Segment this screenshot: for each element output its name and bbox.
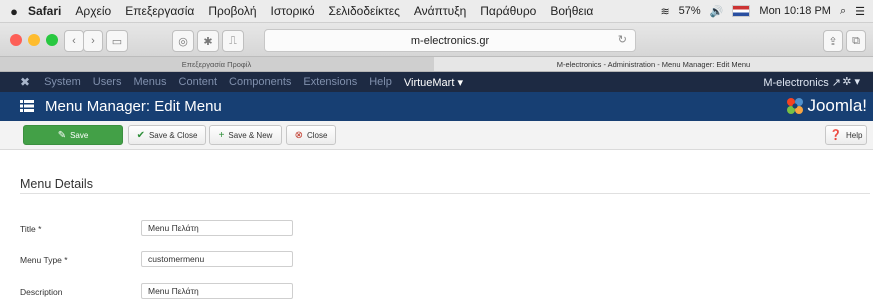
- help-label: Help: [846, 130, 863, 140]
- menu-safari[interactable]: Safari: [28, 4, 61, 18]
- back-button[interactable]: ‹: [64, 30, 84, 52]
- nav-extensions[interactable]: Extensions: [303, 76, 357, 88]
- menu-type-label: Menu Type *: [20, 255, 68, 265]
- toolbar-actions: ✎ Save ✔ Save & Close + Save & New ⊗ Clo…: [0, 121, 873, 150]
- flag-icon[interactable]: [732, 5, 751, 17]
- menu-type-input[interactable]: customermenu: [141, 251, 293, 267]
- menu-list-icon: [20, 100, 34, 112]
- save-label: Save: [70, 130, 89, 140]
- close-label: Close: [306, 130, 328, 140]
- gear-icon[interactable]: ✲ ▾: [842, 75, 860, 88]
- site-link[interactable]: M-electronics ↗: [763, 76, 841, 89]
- plus-icon: +: [218, 129, 225, 141]
- url-text: m-electronics.gr: [410, 34, 490, 47]
- menu-window[interactable]: Παράθυρο: [480, 4, 536, 18]
- list-icon[interactable]: ☰: [855, 5, 865, 18]
- save-close-button[interactable]: ✔ Save & Close: [128, 125, 206, 145]
- joomla-logo-icon: [787, 98, 804, 114]
- nav-users[interactable]: Users: [93, 76, 122, 88]
- tab-menu-manager[interactable]: M-electronics - Administration - Menu Ma…: [434, 57, 873, 71]
- url-bar[interactable]: m-electronics.gr ↻: [264, 29, 636, 52]
- zoom-window-button[interactable]: [46, 34, 58, 46]
- minimize-window-button[interactable]: [28, 34, 40, 46]
- tabs-icon[interactable]: ⧉: [846, 30, 866, 52]
- menu-bookmarks[interactable]: Σελιδοδείκτες: [329, 4, 400, 18]
- nav-system[interactable]: System: [44, 76, 81, 88]
- nav-help[interactable]: Help: [369, 76, 392, 88]
- menubar-status: ≋ 57% 🔊 Mon 10:18 PM ⌕ ☰: [660, 0, 865, 22]
- close-circle-icon: ⊗: [294, 129, 303, 141]
- description-input[interactable]: Menu Πελάτη: [141, 283, 293, 299]
- save-close-label: Save & Close: [148, 130, 198, 140]
- menu-help[interactable]: Βοήθεια: [550, 4, 593, 18]
- menu-develop[interactable]: Ανάπτυξη: [414, 4, 466, 18]
- volume-icon[interactable]: 🔊: [710, 5, 724, 18]
- nav-virtuemart[interactable]: VirtueMart ▾: [404, 76, 463, 89]
- title-input[interactable]: Menu Πελάτη: [141, 220, 293, 236]
- joomla-logo-text: Joomla!: [807, 96, 867, 115]
- macos-menubar: ● Safari Αρχείο Επεξεργασία Προβολή Ιστο…: [0, 0, 873, 23]
- joomla-logo: Joomla!: [785, 96, 867, 116]
- share-icon[interactable]: ⇪: [823, 30, 843, 52]
- forward-button[interactable]: ›: [83, 30, 103, 52]
- menu-file[interactable]: Αρχείο: [75, 4, 111, 18]
- close-button[interactable]: ⊗ Close: [286, 125, 336, 145]
- title-label: Title *: [20, 224, 42, 234]
- tab-label: Επεξεργασία Προφίλ: [181, 59, 252, 69]
- sidebar-button[interactable]: ▭: [106, 30, 128, 52]
- save-new-label: Save & New: [228, 130, 273, 140]
- extension-icon[interactable]: ✱: [197, 30, 219, 52]
- description-label: Description: [20, 287, 63, 297]
- page-title: Menu Manager: Edit Menu: [45, 98, 222, 115]
- search-icon[interactable]: ⌕: [840, 5, 846, 18]
- save-new-button[interactable]: + Save & New: [209, 125, 282, 145]
- menu-history[interactable]: Ιστορικό: [271, 4, 315, 18]
- section-divider: [20, 193, 870, 194]
- reload-icon[interactable]: ↻: [618, 33, 627, 46]
- nav-content[interactable]: Content: [179, 76, 218, 88]
- check-icon: ✔: [136, 129, 145, 141]
- save-button[interactable]: ✎ Save: [23, 125, 123, 145]
- section-title: Menu Details: [20, 177, 93, 191]
- safari-toolbar: ‹ › ▭ ◎ ✱ ⎍ m-electronics.gr ↻ ⇪ ⧉: [0, 23, 873, 57]
- tab-edit-profile[interactable]: Επεξεργασία Προφίλ: [0, 57, 433, 71]
- help-button[interactable]: ❓ Help: [825, 125, 867, 145]
- nav-menus[interactable]: Menus: [133, 76, 166, 88]
- menu-edit[interactable]: Επεξεργασία: [125, 4, 194, 18]
- edit-icon: ✎: [57, 129, 67, 141]
- adblock-icon[interactable]: ◎: [172, 30, 194, 52]
- page-header: Menu Manager: Edit Menu Joomla!: [0, 92, 873, 121]
- tab-label: M-electronics - Administration - Menu Ma…: [556, 59, 751, 69]
- wifi-icon[interactable]: ≋: [660, 5, 669, 18]
- clock[interactable]: Mon 10:18 PM: [759, 5, 831, 17]
- help-icon: ❓: [829, 129, 842, 141]
- joomla-admin-nav: ✖ System Users Menus Content Components …: [0, 72, 873, 92]
- battery-percent: 57%: [678, 5, 701, 17]
- apple-icon[interactable]: ●: [0, 4, 28, 19]
- menu-view[interactable]: Προβολή: [208, 4, 256, 18]
- joomla-small-logo-icon[interactable]: ✖: [20, 75, 30, 89]
- nav-components[interactable]: Components: [229, 76, 291, 88]
- browser-tabs: Επεξεργασία Προφίλ M-electronics - Admin…: [0, 57, 873, 72]
- close-window-button[interactable]: [10, 34, 22, 46]
- reader-icon[interactable]: ⎍: [222, 30, 244, 52]
